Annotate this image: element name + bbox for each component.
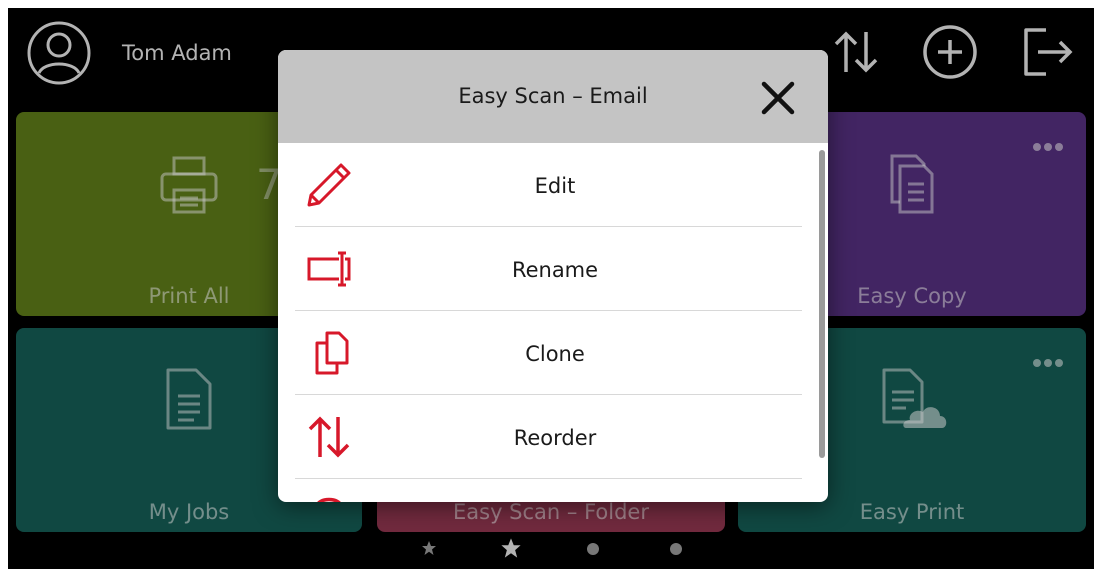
menu-item-reorder[interactable]: Reorder (295, 395, 802, 479)
terminal-screen: Tom Adam 7 Print All Easy Copy My Jobs E… (8, 8, 1094, 569)
menu-item-label: Reorder (513, 426, 597, 450)
dialog-title: Easy Scan – Email (458, 84, 648, 108)
menu-item-label: Edit (534, 174, 576, 198)
menu-item-rename[interactable]: Rename (295, 227, 802, 311)
easy-scan-email-dialog: Easy Scan – Email Edit Rename Clone Reor… (278, 50, 828, 502)
dialog-scrollbar[interactable] (819, 150, 825, 458)
menu-item-label: Rename (511, 258, 599, 282)
dialog-header: Easy Scan – Email (278, 50, 828, 143)
close-icon[interactable] (758, 78, 798, 118)
dialog-menu: Edit Rename Clone Reorder (278, 143, 828, 502)
menu-item-clone[interactable]: Clone (295, 311, 802, 395)
partial-icon (317, 497, 341, 502)
menu-item-label: Clone (525, 342, 585, 366)
menu-item-edit[interactable]: Edit (295, 143, 802, 227)
menu-item-partial[interactable] (295, 479, 802, 502)
